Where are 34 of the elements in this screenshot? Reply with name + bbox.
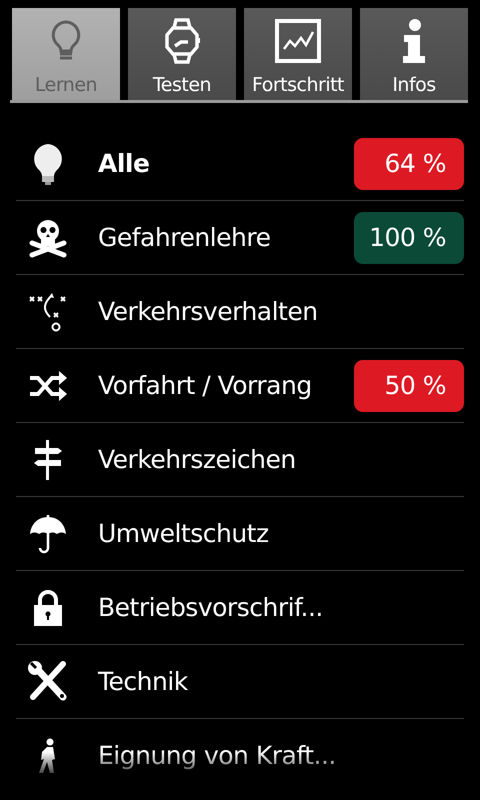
topic-label: Alle [97, 149, 150, 178]
topic-row[interactable]: Eignung von Kraft... [16, 719, 464, 792]
tactics-icon [28, 290, 68, 332]
topic-label: Gefahrenlehre [97, 223, 272, 252]
info-icon [401, 18, 427, 64]
topic-row[interactable]: Vorfahrt / Vorrang 50 % [16, 349, 464, 423]
tab[interactable]: Testen [128, 8, 236, 100]
score-badge: 100 % [354, 212, 464, 264]
tab[interactable]: Fortschritt [244, 8, 352, 100]
topic-row[interactable]: Umweltschutz [16, 497, 464, 571]
topic-label: Betriebsvorschrif... [97, 593, 324, 622]
topic-row[interactable]: Technik [16, 645, 464, 719]
topic-row[interactable]: Betriebsvorschrif... [16, 571, 464, 645]
shuffle-icon [28, 370, 68, 400]
topic-row[interactable]: Alle 64 % [16, 127, 464, 201]
topic-label: Vorfahrt / Vorrang [97, 371, 313, 400]
tools-icon [27, 660, 69, 702]
topic-label: Verkehrszeichen [97, 445, 297, 474]
tab[interactable]: Infos [360, 8, 468, 100]
padlock-icon [33, 590, 63, 626]
topic-row[interactable]: Verkehrsverhalten [16, 275, 464, 349]
umbrella-icon [29, 514, 67, 554]
topic-label: Verkehrsverhalten [97, 297, 319, 326]
watch-icon [164, 18, 200, 64]
chart-icon [275, 19, 321, 63]
lightbulb-icon [32, 142, 64, 184]
score-badge: 50 % [354, 360, 464, 412]
topic-row[interactable]: Gefahrenlehre 100 % [16, 201, 464, 275]
score-badge: 64 % [354, 138, 464, 190]
topic-label: Eignung von Kraft... [97, 741, 337, 770]
signpost-icon [32, 438, 64, 480]
topic-label: Technik [97, 667, 189, 696]
topic-label: Umweltschutz [97, 519, 270, 548]
topic-row[interactable]: Verkehrszeichen [16, 423, 464, 497]
